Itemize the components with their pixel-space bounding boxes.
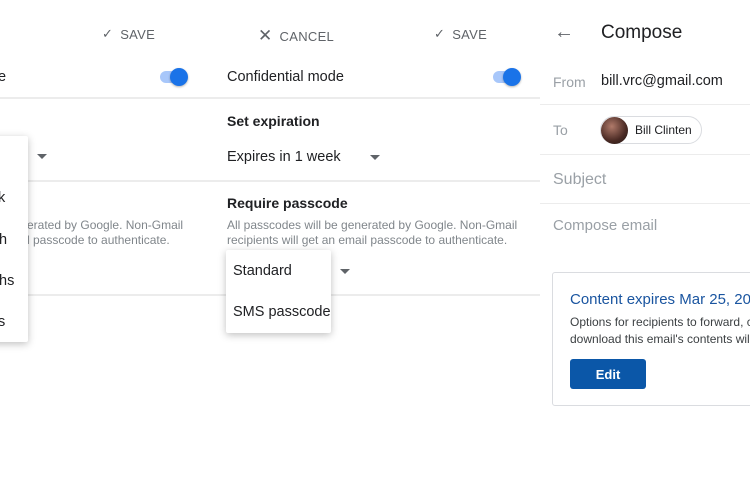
divider <box>540 104 750 105</box>
menu-item[interactable]: ths <box>0 273 14 289</box>
confidential-settings-panel: ✕ CANCEL ✓ SAVE Confidential mode Set expi… <box>210 0 540 500</box>
left-settings-panel: ✓ SAVE e erated by Google. Non-Gmail l pa… <box>0 0 210 500</box>
expiration-menu: k th ths s <box>0 136 28 342</box>
confidential-mode-toggle[interactable] <box>493 68 521 86</box>
compose-body-input[interactable]: Compose email <box>553 217 657 234</box>
divider <box>210 97 540 99</box>
check-icon: ✓ <box>434 26 446 41</box>
menu-item[interactable]: k <box>0 190 5 206</box>
card-text: Options for recipients to forward, c dow… <box>570 315 750 346</box>
dropdown-caret-icon[interactable] <box>37 154 47 159</box>
card-title: Content expires Mar 25, 20 <box>570 291 750 308</box>
avatar <box>601 117 628 144</box>
divider <box>0 294 210 296</box>
check-icon: ✓ <box>102 26 114 41</box>
expiration-card: Content expires Mar 25, 20 Options for r… <box>552 272 750 406</box>
expiration-heading: Set expiration <box>227 113 320 129</box>
passcode-heading: Require passcode <box>227 195 348 211</box>
passcode-description: erated by Google. Non-Gmail l passcode t… <box>27 218 184 247</box>
confidential-mode-label: Confidential mode <box>227 69 344 85</box>
divider <box>0 97 210 99</box>
edit-button[interactable]: Edit <box>570 359 646 389</box>
save-button[interactable]: ✓ SAVE <box>434 26 487 42</box>
back-arrow-icon[interactable]: ← <box>554 21 574 44</box>
page-title: Compose <box>601 22 683 43</box>
recipient-name: Bill Clinten <box>635 123 692 137</box>
dropdown-caret-icon[interactable] <box>370 155 380 160</box>
divider <box>540 154 750 155</box>
expiration-dropdown[interactable]: Expires in 1 week <box>227 149 341 165</box>
menu-item-standard[interactable]: Standard <box>233 263 292 279</box>
close-icon: ✕ <box>258 26 273 45</box>
recipient-chip[interactable]: Bill Clinten <box>600 116 702 144</box>
confidential-mode-toggle[interactable] <box>160 68 188 86</box>
menu-item-sms-passcode[interactable]: SMS passcode <box>233 304 331 320</box>
divider <box>540 203 750 204</box>
menu-item[interactable]: s <box>0 314 5 330</box>
save-button[interactable]: ✓ SAVE <box>102 26 155 42</box>
passcode-menu: Standard SMS passcode <box>226 250 331 333</box>
menu-item[interactable]: th <box>0 232 7 248</box>
compose-panel: ← Compose From bill.vrc@gmail.com To Bil… <box>540 0 750 500</box>
divider <box>0 180 210 182</box>
from-label: From <box>553 74 586 90</box>
confidential-mode-label: e <box>0 69 7 85</box>
from-value[interactable]: bill.vrc@gmail.com <box>601 73 723 89</box>
cancel-button[interactable]: ✕ CANCEL <box>258 26 334 46</box>
passcode-description: All passcodes will be generated by Googl… <box>227 218 518 247</box>
to-label: To <box>553 122 568 138</box>
subject-input[interactable]: Subject <box>553 171 606 189</box>
dropdown-caret-icon[interactable] <box>340 269 350 274</box>
divider <box>210 180 540 182</box>
